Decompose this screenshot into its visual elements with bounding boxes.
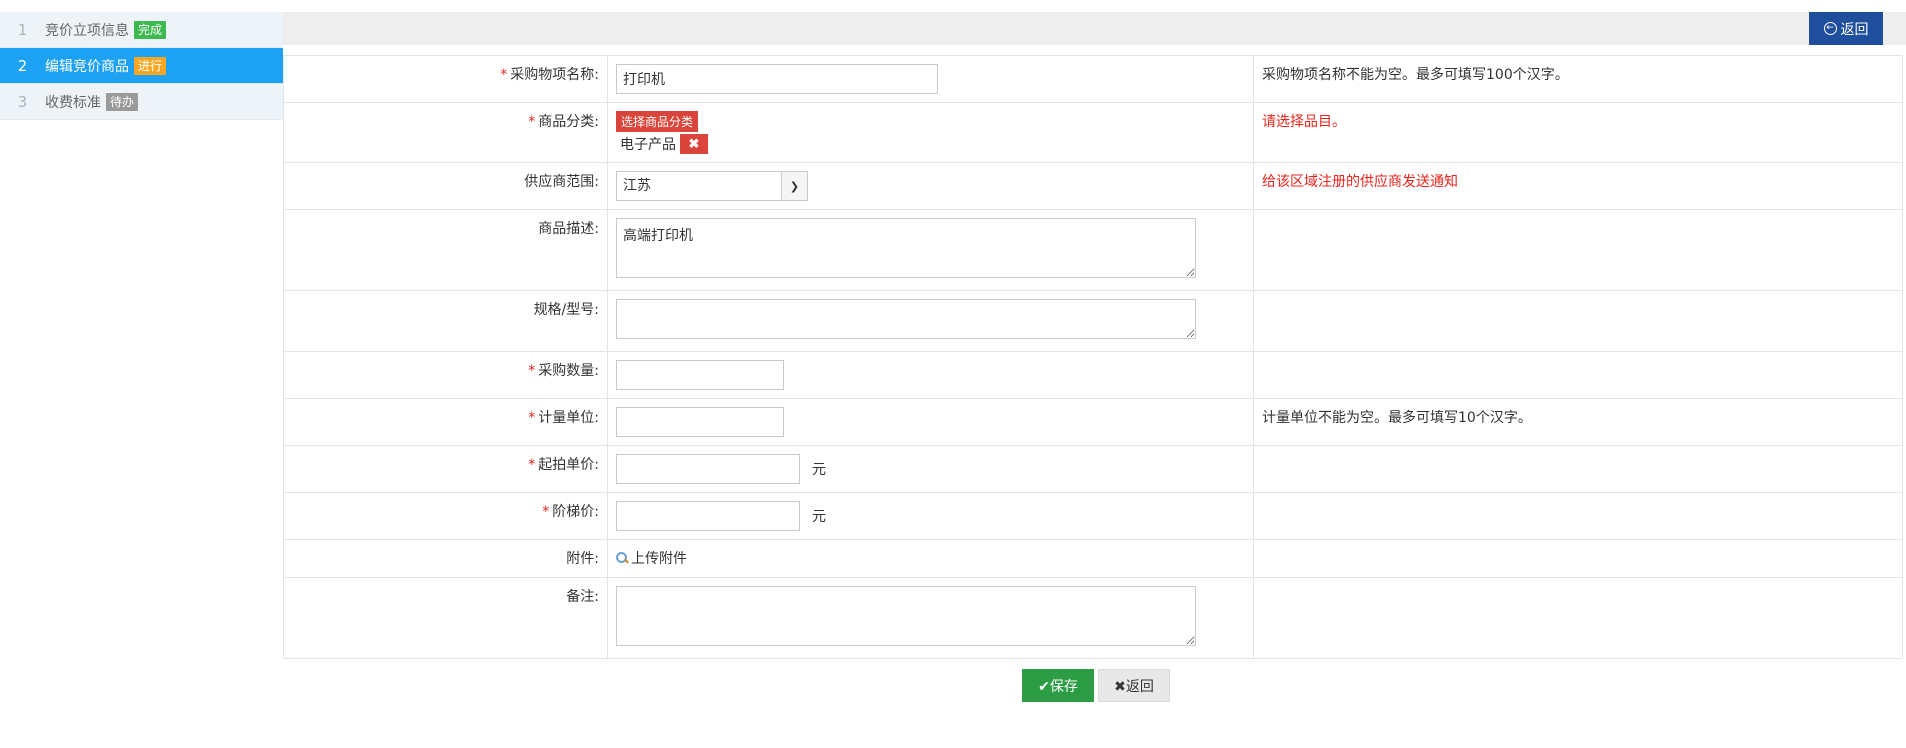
field-label: 附件: [566,551,599,567]
field-label: 阶梯价: [552,504,599,520]
step-label: 编辑竞价商品 [45,58,129,75]
field-label: 商品分类: [538,114,599,130]
form-row-category: * 商品分类: 选择商品分类 电子产品 ✖ 请选择品目。 [283,102,1903,163]
required-mark: * [528,363,536,379]
form-row-remark: 备注: [283,577,1903,659]
field-hint-notice: 给该区域注册的供应商发送通知 [1253,162,1903,210]
category-chip: 电子产品 ✖ [616,134,1245,154]
status-badge-in-progress: 进行 [134,56,167,75]
close-icon: ✖ [1114,678,1126,695]
status-badge-todo: 待办 [106,92,139,111]
field-label: 采购物项名称: [510,67,599,83]
upload-label: 上传附件 [631,551,687,567]
step-sidebar: 1 竞价立项信息 完成 2 编辑竞价商品 进行 3 收费标准 待办 [0,12,283,120]
required-mark: * [542,504,550,520]
form-row-step-price: * 阶梯价: 元 [283,492,1903,540]
select-category-button[interactable]: 选择商品分类 [616,111,699,132]
form-row-name: *采购物项名称: 采购物项名称不能为空。最多可填写100个汉字。 [283,55,1903,103]
form-row-supplier: 供应商范围: 江苏 ❯ 给该区域注册的供应商发送通知 [283,162,1903,210]
supplier-region-select[interactable]: 江苏 ❯ [616,171,808,201]
form-actions: ✔保存 ✖返回 [1022,669,1170,702]
step-label: 竞价立项信息 [45,22,129,39]
form-row-start-price: * 起拍单价: 元 [283,445,1903,493]
check-icon: ✔ [1038,678,1050,695]
field-label: 备注: [566,589,599,605]
step-number: 3 [17,92,28,111]
step-price-input[interactable] [616,501,800,531]
item-name-input[interactable] [616,64,938,94]
back-button-label: 返回 [1840,21,1869,38]
product-edit-form: *采购物项名称: 采购物项名称不能为空。最多可填写100个汉字。 *商品分类: … [283,55,1903,659]
back-label: 返回 [1125,678,1154,695]
step-item-2[interactable]: 2 编辑竞价商品 进行 [0,48,283,84]
select-value: 江苏 [623,178,651,194]
form-row-attachment: 附件: 上传附件 [283,539,1903,578]
field-hint: 计量单位不能为空。最多可填写10个汉字。 [1253,398,1903,446]
remark-textarea[interactable] [616,586,1196,646]
back-button[interactable]: ✖返回 [1098,669,1170,702]
form-row-unit: * 计量单位: 计量单位不能为空。最多可填写10个汉字。 [283,398,1903,446]
field-hint: 采购物项名称不能为空。最多可填写100个汉字。 [1253,55,1903,103]
required-mark: * [528,457,536,473]
magnifier-icon [616,552,628,564]
spec-textarea[interactable] [616,299,1196,339]
status-badge-done: 完成 [134,20,167,39]
field-label: 采购数量: [538,363,599,379]
field-label: 起拍单价: [538,457,599,473]
field-label: 供应商范围: [524,174,599,190]
step-item-3[interactable]: 3 收费标准 待办 [0,84,283,120]
unit-input[interactable] [616,407,784,437]
field-label: 计量单位: [538,410,599,426]
field-label: 商品描述: [538,221,599,237]
start-price-input[interactable] [616,454,800,484]
back-button-top[interactable]: ← 返回 [1809,12,1883,45]
form-row-desc: 商品描述: 高端打印机 [283,209,1903,291]
required-mark: * [500,67,508,83]
form-row-spec: 规格/型号: [283,290,1903,352]
save-button[interactable]: ✔保存 [1022,669,1094,702]
required-mark: * [528,114,536,130]
form-row-qty: * 采购数量: [283,351,1903,399]
description-textarea[interactable]: 高端打印机 [616,218,1196,278]
category-chip-label: 电子产品 [620,137,676,153]
back-arrow-icon: ← [1823,22,1837,35]
currency-unit: 元 [812,509,826,525]
field-hint-error: 请选择品目。 [1253,102,1903,163]
currency-unit: 元 [812,462,826,478]
save-label: 保存 [1049,678,1078,695]
step-label: 收费标准 [45,94,101,111]
chevron-down-icon[interactable]: ❯ [781,172,807,200]
field-label: 规格/型号: [533,302,599,318]
top-toolbar: ← 返回 [283,12,1906,45]
step-number: 1 [17,20,28,39]
step-number: 2 [17,56,28,75]
step-item-1[interactable]: 1 竞价立项信息 完成 [0,12,283,48]
quantity-input[interactable] [616,360,784,390]
remove-category-icon[interactable]: ✖ [680,134,708,154]
required-mark: * [528,410,536,426]
upload-attachment-link[interactable]: 上传附件 [616,548,687,568]
